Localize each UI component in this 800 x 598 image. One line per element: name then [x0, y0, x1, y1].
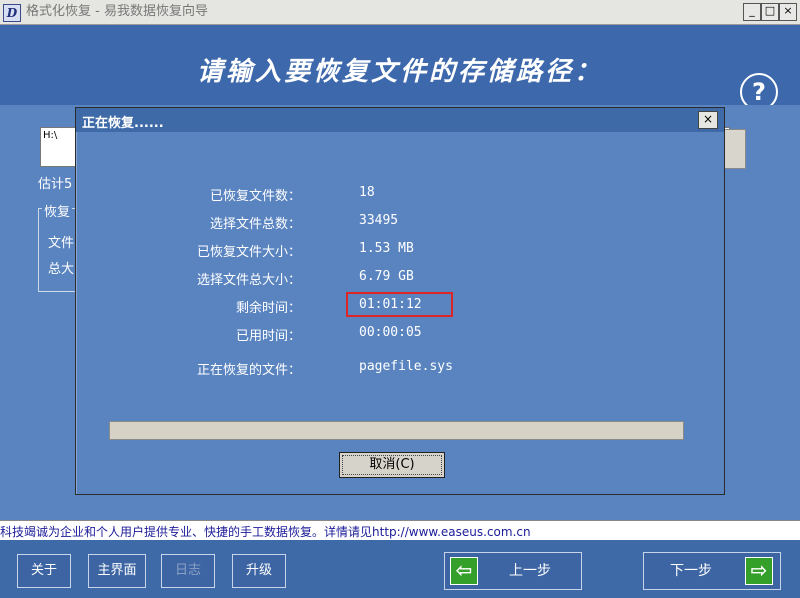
- cancel-button[interactable]: 取消(C): [339, 452, 445, 478]
- next-step-button[interactable]: 下一步 ⇨: [643, 552, 781, 590]
- main-menu-button[interactable]: 主界面: [88, 554, 146, 588]
- footer-toolbar: 关于 主界面 日志 升级 ⇦ 上一步 下一步 ⇨: [0, 540, 800, 598]
- dialog-close-button[interactable]: ×: [698, 111, 718, 129]
- maximize-button[interactable]: □: [761, 3, 779, 21]
- page-title: 请输入要恢复文件的存储路径：: [196, 57, 603, 87]
- prev-step-label: 上一步: [509, 563, 551, 579]
- upgrade-button[interactable]: 升级: [232, 554, 286, 588]
- window-titlebar: D 格式化恢复 - 易我数据恢复向导 _ □ ×: [0, 0, 800, 25]
- dialog-title: 正在恢复......: [82, 116, 164, 131]
- next-step-label: 下一步: [670, 563, 712, 579]
- recovery-dialog: 正在恢复...... × 已恢复文件数： 18 选择文件总数： 33495 已恢…: [75, 107, 725, 495]
- recovered-size-label: 已恢复文件大小：: [196, 245, 301, 260]
- current-file-value: pagefile.sys: [359, 359, 453, 374]
- total-size-value: 6.79 GB: [359, 269, 414, 284]
- total-count-label: 选择文件总数：: [209, 217, 301, 232]
- arrow-left-icon: ⇦: [450, 557, 478, 585]
- dialog-titlebar: 正在恢复...... ×: [76, 108, 724, 132]
- elapsed-time-label: 已用时间：: [235, 329, 301, 344]
- cancel-label: 取消(C): [342, 455, 442, 475]
- group-line-files: 文件: [48, 236, 75, 251]
- recovered-count-label: 已恢复文件数：: [209, 189, 301, 204]
- header-banner: 请输入要恢复文件的存储路径： ?: [0, 25, 800, 111]
- app-logo-icon: D: [3, 4, 21, 22]
- status-bar: 科技竭诚为企业和个人用户提供专业、快捷的手工数据恢复。详情请见http://ww…: [0, 520, 800, 541]
- browse-button[interactable]: [724, 129, 746, 169]
- close-button[interactable]: ×: [779, 3, 797, 21]
- group-line-total: 总大: [48, 262, 75, 277]
- recovered-count-value: 18: [359, 185, 375, 200]
- elapsed-time-value: 00:00:05: [359, 325, 422, 340]
- total-size-label: 选择文件总大小：: [196, 273, 301, 288]
- remaining-time-highlight: [346, 292, 453, 317]
- group-legend: 恢复: [42, 201, 73, 220]
- total-count-value: 33495: [359, 213, 399, 228]
- recovered-size-value: 1.53 MB: [359, 241, 414, 256]
- prev-step-button[interactable]: ⇦ 上一步: [444, 552, 582, 590]
- about-button[interactable]: 关于: [17, 554, 71, 588]
- estimate-label: 估计5: [38, 177, 73, 192]
- log-button[interactable]: 日志: [161, 554, 215, 588]
- arrow-right-icon: ⇨: [745, 557, 773, 585]
- status-message: 科技竭诚为企业和个人用户提供专业、快捷的手工数据恢复。详情请见http://ww…: [0, 525, 531, 539]
- current-file-label: 正在恢复的文件：: [196, 363, 301, 378]
- minimize-button[interactable]: _: [743, 3, 761, 21]
- remaining-time-label: 剩余时间：: [235, 301, 301, 316]
- window-title: 格式化恢复 - 易我数据恢复向导: [26, 4, 208, 19]
- recovery-progress-bar: [109, 421, 684, 440]
